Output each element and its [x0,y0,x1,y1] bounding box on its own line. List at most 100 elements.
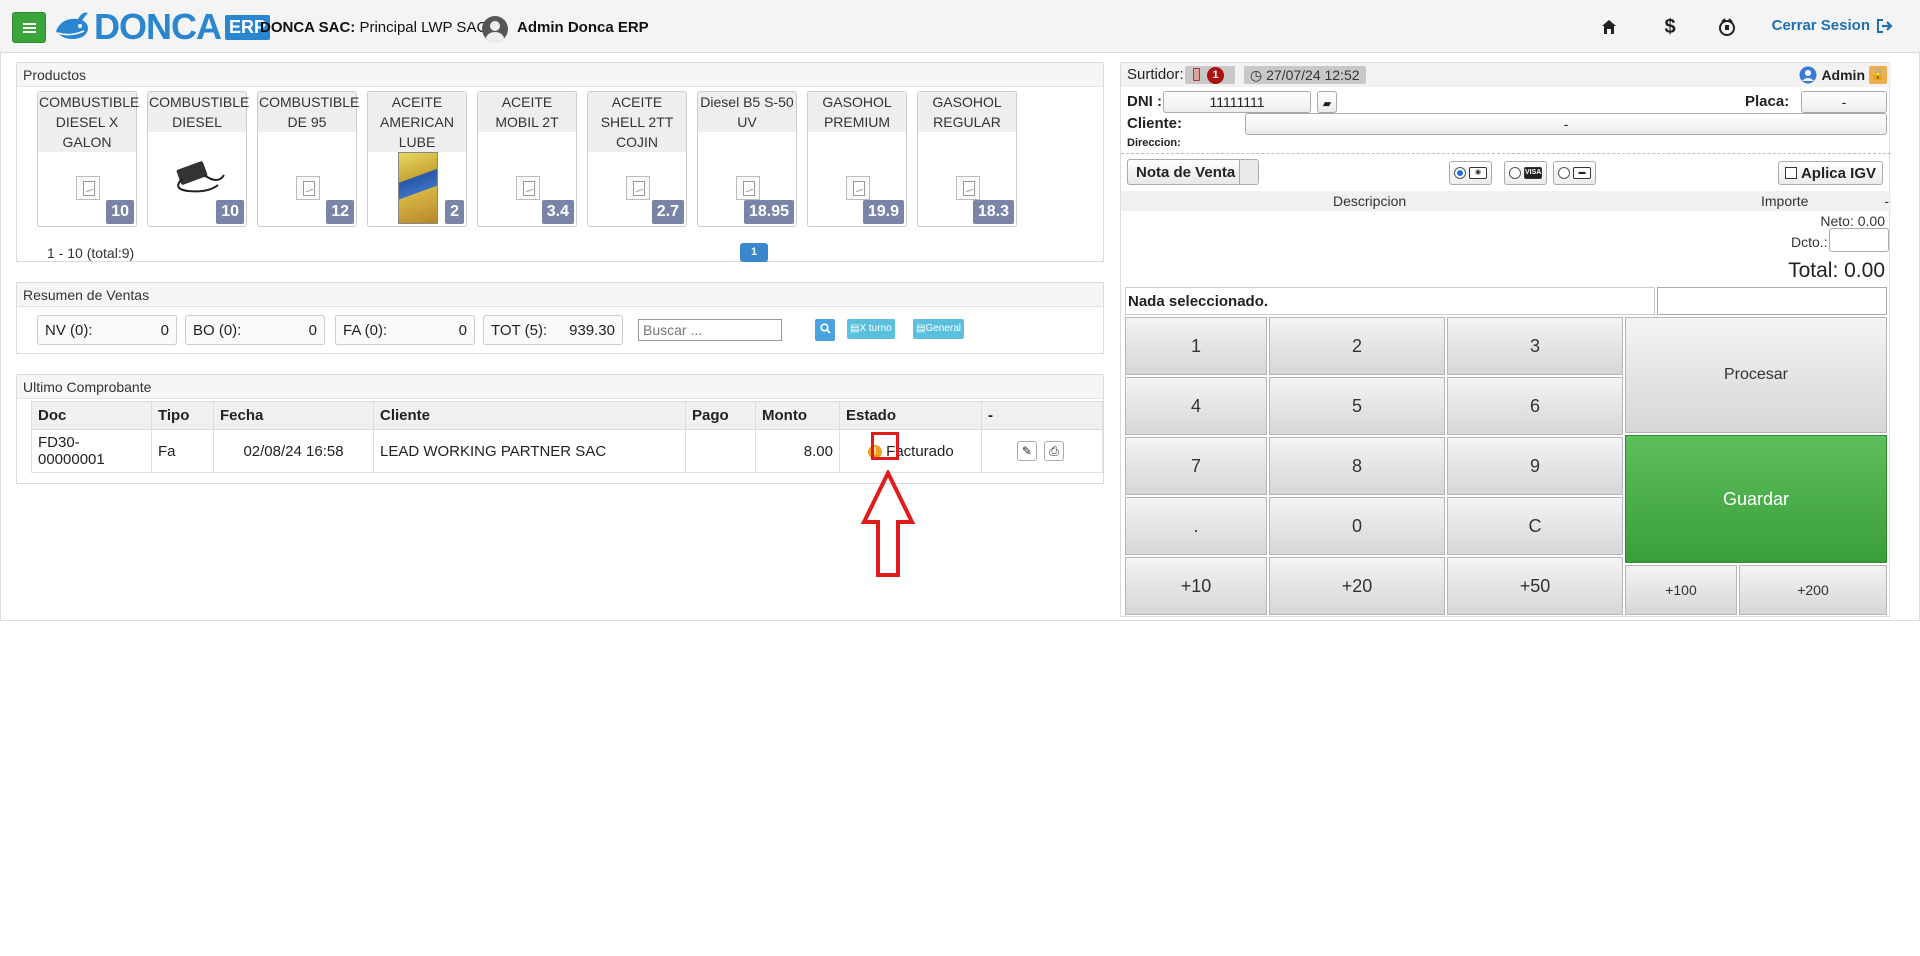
placa-field[interactable]: - [1801,91,1887,113]
home-icon[interactable] [1596,14,1622,40]
menu-button[interactable] [12,12,46,43]
col-doc: Doc [31,401,152,430]
cliente-field[interactable]: - [1245,113,1887,135]
selection-status: Nada seleccionado. [1125,287,1655,315]
radio-card[interactable] [1558,167,1570,179]
cell-fecha: 02/08/24 16:58 [213,429,374,473]
key-7[interactable]: 7 [1125,437,1267,495]
payment-visa-option[interactable]: VISA [1504,161,1547,185]
product-card[interactable]: COMBUSTIBLE DIESEL X GALON 10 [37,91,139,227]
product-card[interactable]: ACEITE AMERICAN LUBE 2 [367,91,467,227]
logout-label: Cerrar Sesion [1771,17,1870,34]
key-plus-50[interactable]: +50 [1447,557,1623,615]
quantity-input[interactable] [1657,287,1887,315]
key-dot[interactable]: . [1125,497,1267,555]
dni-field[interactable]: 11111111 [1163,91,1311,113]
product-card[interactable]: GASOHOL PREMIUM 19.9 [807,91,907,227]
product-price: 18.95 [743,200,794,224]
col-actions: - [981,401,1103,430]
col-pago: Pago [685,401,756,430]
radio-cash[interactable] [1454,167,1466,179]
sales-summary-panel: Resumen de Ventas NV (0): 0 BO (0): 0 FA… [16,282,1104,354]
payment-cash-option[interactable]: ◉ [1449,161,1492,185]
datetime-value: 27/07/24 12:52 [1266,67,1360,83]
key-6[interactable]: 6 [1447,377,1623,435]
dollar-icon[interactable]: $ [1657,14,1683,40]
print-button[interactable]: ⎙ [1044,441,1065,461]
annotation-arrow-icon [860,470,916,577]
logo: DONCA ERP [52,6,271,47]
key-4[interactable]: 4 [1125,377,1267,435]
product-card[interactable]: COMBUSTIBLE DE 95 12 [257,91,359,227]
product-card[interactable]: COMBUSTIBLE DIESEL 10 [147,91,250,227]
payment-card-option[interactable]: ▬ [1553,161,1596,185]
logout-button[interactable]: Cerrar Sesion [1772,17,1894,34]
col-monto: Monto [755,401,840,430]
image-placeholder-icon [516,176,540,200]
page-button[interactable]: 1 [740,243,768,262]
cash-register-icon[interactable] [1714,14,1740,40]
erase-button[interactable]: ▰ [1317,91,1337,113]
apply-igv-toggle[interactable]: Aplica IGV [1777,161,1883,185]
product-price: 2.7 [651,200,684,224]
document-type-select[interactable]: Nota de Venta [1127,159,1259,185]
pos-header: Surtidor: 1 ◷ 27/07/24 12:52 Admin 🔒 [1121,63,1891,87]
procesar-button[interactable]: Procesar [1625,317,1887,433]
product-card[interactable]: GASOHOL REGULAR 18.3 [917,91,1017,227]
company-info: DONCA SAC: Principal LWP SAC | [260,19,495,36]
guardar-button[interactable]: Guardar [1625,435,1887,563]
table-row: FD30-00000001 Fa 02/08/24 16:58 LEAD WOR… [31,429,1103,473]
edit-button[interactable]: ✎ [1016,441,1037,461]
key-clear[interactable]: C [1447,497,1623,555]
surtidor-selector[interactable]: 1 [1185,66,1235,84]
search-icon [819,323,831,334]
x-turno-button[interactable]: ▤X turno [847,319,895,339]
summary-nv: NV (0): 0 [37,315,177,345]
igv-label: Aplica IGV [1800,164,1876,182]
key-8[interactable]: 8 [1269,437,1445,495]
product-image [398,152,438,224]
product-card[interactable]: ACEITE MOBIL 2T 3.4 [477,91,577,227]
discount-input[interactable] [1829,228,1889,252]
col-dash: - [1884,193,1889,209]
pos-panel: Surtidor: 1 ◷ 27/07/24 12:52 Admin 🔒 DNI… [1120,62,1891,617]
key-5[interactable]: 5 [1269,377,1445,435]
image-placeholder-icon [736,176,760,200]
radio-visa[interactable] [1509,167,1521,179]
search-input[interactable] [638,319,782,341]
neto-value: Neto: 0.00 [1820,213,1885,229]
key-3[interactable]: 3 [1447,317,1623,375]
summary-value: 0 [308,321,317,339]
general-button[interactable]: ▤General [913,319,965,339]
key-9[interactable]: 9 [1447,437,1623,495]
image-placeholder-icon [76,176,100,200]
lock-icon[interactable]: 🔒 [1869,66,1887,84]
whale-logo-icon [56,12,88,39]
search-button[interactable] [815,319,835,341]
cell-cliente: LEAD WORKING PARTNER SAC [373,429,686,473]
key-1[interactable]: 1 [1125,317,1267,375]
products-panel: Productos COMBUSTIBLE DIESEL X GALON 10 … [16,62,1104,262]
key-2[interactable]: 2 [1269,317,1445,375]
key-plus-20[interactable]: +20 [1269,557,1445,615]
product-card[interactable]: ACEITE SHELL 2TT COJIN 2.7 [587,91,687,227]
cell-pago [685,429,756,473]
key-0[interactable]: 0 [1269,497,1445,555]
last-receipt-panel: Ultimo Comprobante Doc Tipo Fecha Client… [16,374,1104,484]
eraser-icon: ▰ [1322,98,1332,110]
dcto-label: Dcto.: [1791,234,1828,250]
sign-out-icon [1877,18,1893,33]
product-card[interactable]: Diesel B5 S-50 UV 18.95 [697,91,797,227]
key-plus-100[interactable]: +100 [1625,565,1737,615]
user-avatar-icon [1799,66,1817,84]
key-plus-200[interactable]: +200 [1739,565,1887,615]
total-value: Total: 0.00 [1788,259,1885,282]
product-price: 3.4 [541,200,574,224]
col-tipo: Tipo [151,401,214,430]
admin-badge[interactable]: Admin 🔒 [1795,63,1891,87]
col-importe: Importe [1761,193,1809,209]
key-plus-10[interactable]: +10 [1125,557,1267,615]
product-price: 10 [106,200,134,224]
product-name: COMBUSTIBLE DIESEL [148,92,250,132]
igv-checkbox[interactable] [1784,167,1797,179]
